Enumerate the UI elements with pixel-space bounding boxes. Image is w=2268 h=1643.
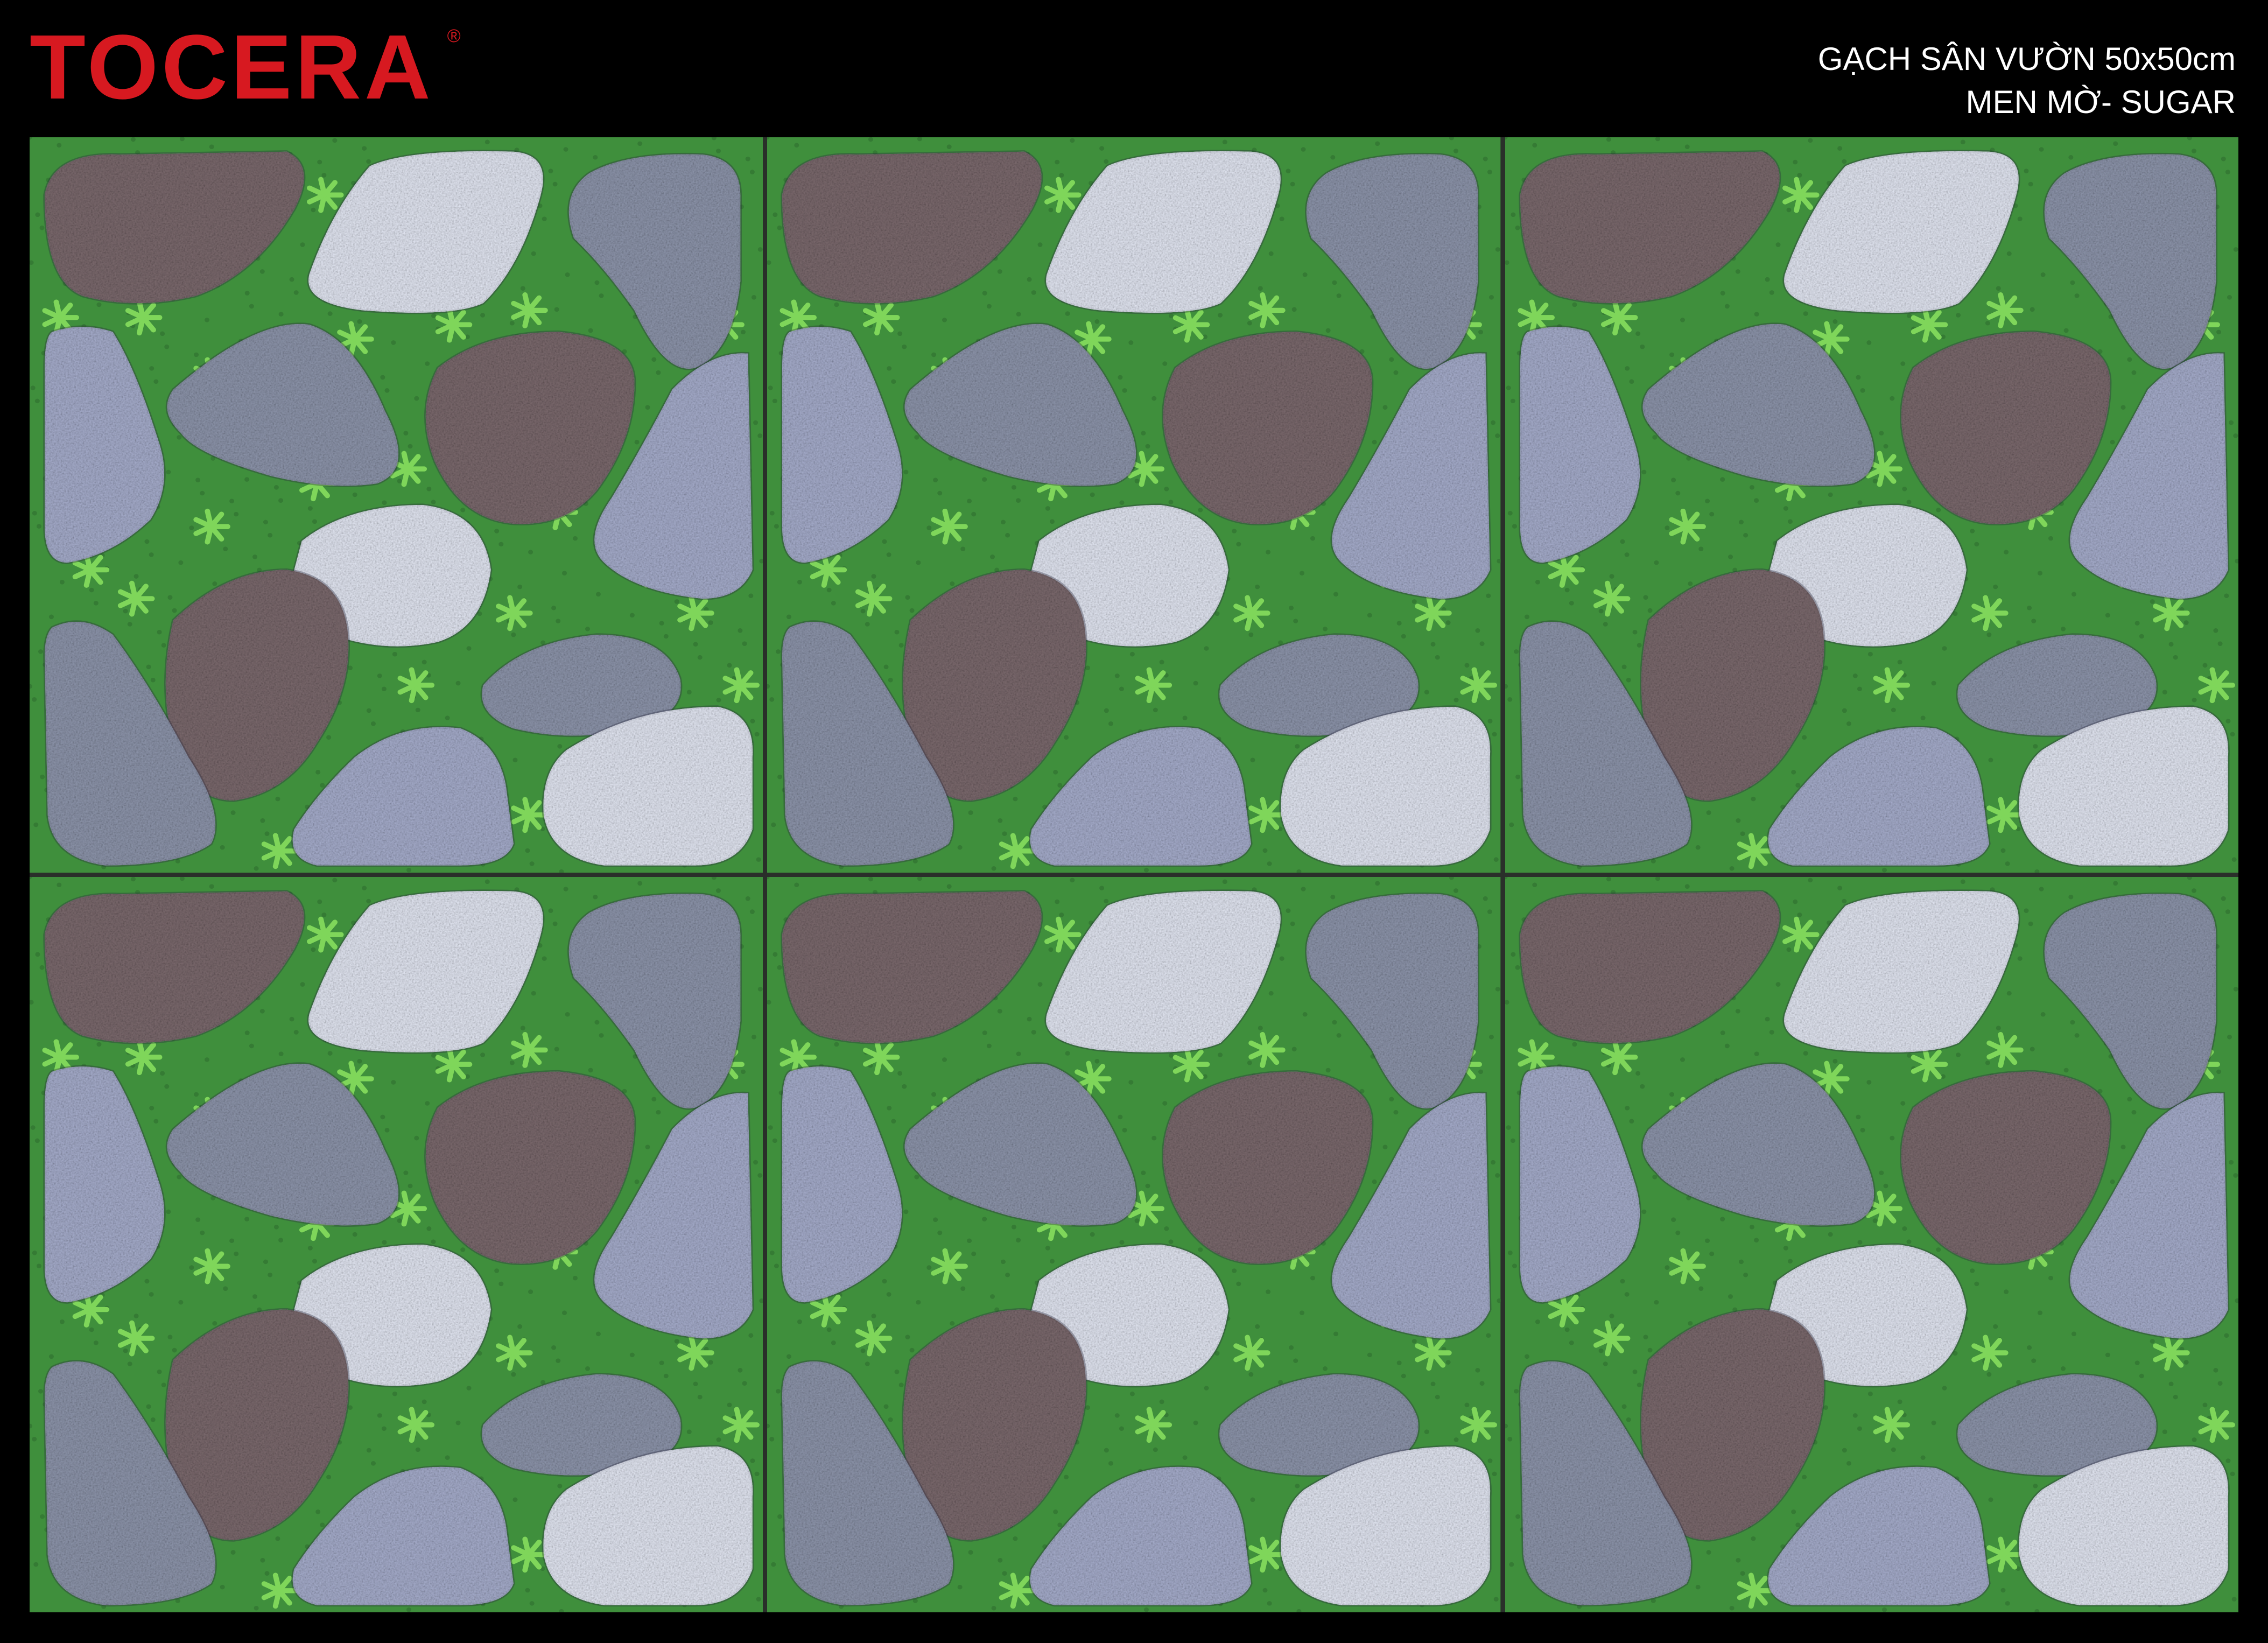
product-caption: GẠCH SÂN VƯỜN 50x50cm MEN MỜ- SUGAR — [1818, 38, 2236, 124]
garden-tile-pattern — [767, 137, 1501, 873]
tile-grid — [30, 137, 2238, 1612]
registered-mark: ® — [447, 26, 461, 46]
brand-logo: TOCERA ® — [30, 22, 461, 113]
tile-r2-c2 — [767, 877, 1501, 1612]
tile-r2-c1 — [30, 877, 763, 1612]
garden-tile-pattern — [30, 877, 763, 1612]
garden-tile-pattern — [30, 137, 763, 873]
tile-r1-c3 — [1505, 137, 2238, 873]
tile-r2-c3 — [1505, 877, 2238, 1612]
brand-name: TOCERA — [30, 16, 434, 118]
garden-tile-pattern — [1505, 137, 2238, 873]
tile-r1-c1 — [30, 137, 763, 873]
product-title: GẠCH SÂN VƯỜN 50x50cm — [1817, 41, 2236, 77]
garden-tile-pattern — [767, 877, 1501, 1612]
product-finish: MEN MỜ- SUGAR — [1965, 84, 2236, 120]
header: TOCERA ® GẠCH SÂN VƯỜN 50x50cm MEN MỜ- SU… — [0, 0, 2268, 135]
tile-r1-c2 — [767, 137, 1501, 873]
garden-tile-pattern — [1505, 877, 2238, 1612]
